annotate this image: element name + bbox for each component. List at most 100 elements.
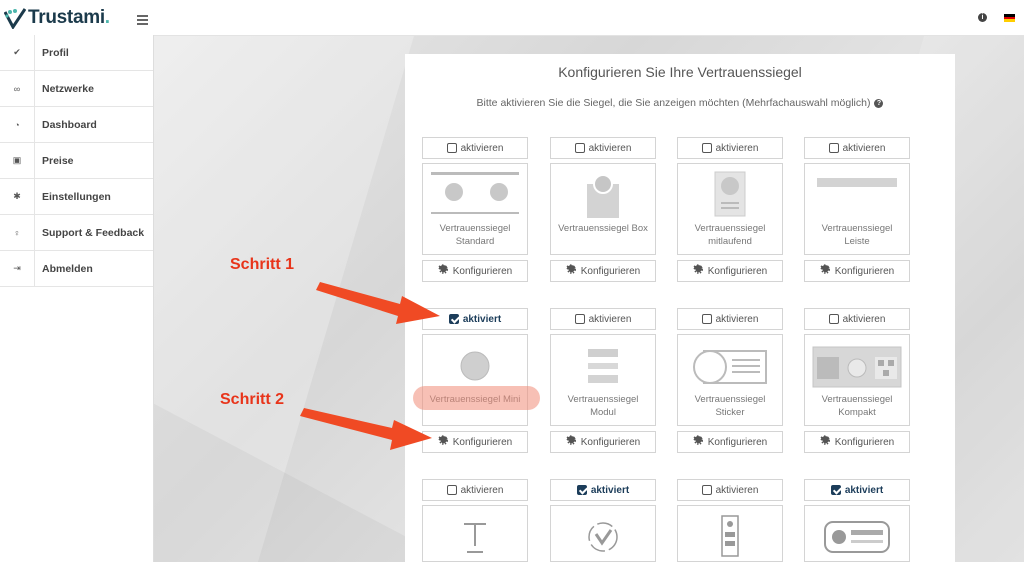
step1-label: Schritt 1 (230, 256, 295, 273)
sidebar-item-preise[interactable]: ▣ Preise (0, 143, 153, 179)
configure-button-vertrauenssiegel-sticker[interactable]: Konfigurieren (677, 431, 783, 453)
checkbox-icon (574, 143, 585, 153)
sidebar: ✔ Profil ∞ Netzwerke ◔ Dashboard ▣ Preise ✱ Einst… (0, 35, 154, 562)
sidebar-item-netzwerke[interactable]: ∞ Netzwerke (0, 71, 153, 107)
step2-label: Schritt 2 (220, 391, 285, 408)
seal-caption: Vertrauenssiegel Kompakt (821, 394, 893, 418)
lightbulb-icon: ♀ (0, 215, 35, 250)
seal-card-vertrauenssiegel-leiste[interactable]: Vertrauenssiegel Leiste (804, 163, 910, 255)
menu-toggle-icon[interactable] (137, 15, 148, 27)
seal-card-vertrauenssiegel-mitlaufend[interactable]: Vertrauenssiegel mitlaufend (677, 163, 783, 255)
checkbox-icon (830, 485, 841, 495)
activate-checkbox-text[interactable]: aktivieren (422, 479, 528, 501)
gear-icon (565, 435, 581, 449)
activate-checkbox-icon[interactable]: aktiviert (550, 479, 656, 501)
configure-button-vertrauenssiegel-modul[interactable]: Konfigurieren (550, 431, 656, 453)
gear-icon (819, 435, 835, 449)
link-icon: ∞ (0, 71, 35, 106)
seal-card-vertrauenssiegel-kompakt[interactable]: Vertrauenssiegel Kompakt (804, 334, 910, 426)
configure-label: Konfigurieren (452, 265, 513, 277)
checkbox-icon (576, 485, 587, 495)
gear-icon (692, 435, 708, 449)
checkbox-icon (701, 314, 712, 324)
checkbox-icon (828, 314, 839, 324)
seal-preview-vertrauenssiegel-modul (551, 341, 655, 391)
seal-preview-vertrauenssiegel-mini (423, 341, 527, 391)
seal-card-vertrauenssiegel-box[interactable]: Vertrauenssiegel Box (550, 163, 656, 255)
seal-preview-vertikal (678, 512, 782, 562)
top-bar: Trustami. i (0, 0, 1024, 36)
trustami-logo-icon (4, 8, 26, 29)
trustami-logo[interactable]: Trustami. (4, 6, 110, 30)
money-icon: ▣ (0, 143, 35, 178)
configure-button-vertrauenssiegel-mitlaufend[interactable]: Konfigurieren (677, 260, 783, 282)
sidebar-item-support-feedback[interactable]: ♀ Support & Feedback (0, 215, 153, 251)
activate-checkbox-vertrauenssiegel-kompakt[interactable]: aktivieren (804, 308, 910, 330)
seal-card-vertikal[interactable] (677, 505, 783, 562)
activate-label: aktivieren (842, 142, 886, 154)
activate-checkbox-vertrauenssiegel-box[interactable]: aktivieren (550, 137, 656, 159)
sidebar-item-label: Dashboard (42, 118, 97, 131)
sidebar-item-profil[interactable]: ✔ Profil (0, 35, 153, 71)
configure-button-vertrauenssiegel-leiste[interactable]: Konfigurieren (804, 260, 910, 282)
seal-preview-text (423, 512, 527, 562)
gear-icon (437, 435, 453, 449)
activate-checkbox-rating[interactable]: aktiviert (804, 479, 910, 501)
sidebar-item-einstellungen[interactable]: ✱ Einstellungen (0, 179, 153, 215)
activate-label: aktivieren (715, 142, 759, 154)
activate-label: aktivieren (588, 142, 632, 154)
german-flag-icon[interactable] (1004, 14, 1015, 22)
step2-arrow (300, 408, 432, 450)
sidebar-item-abmelden[interactable]: ⇥ Abmelden (0, 251, 153, 287)
checkbox-icon (701, 143, 712, 153)
checkmark-icon: ✔ (0, 35, 35, 70)
activate-label: aktivieren (460, 142, 504, 154)
gear-icon (565, 264, 581, 278)
seal-card-text[interactable] (422, 505, 528, 562)
signout-icon: ⇥ (0, 251, 35, 286)
sidebar-item-label: Netzwerke (42, 82, 94, 95)
activate-label: aktivieren (588, 313, 632, 325)
sidebar-item-label: Abmelden (42, 262, 93, 275)
seal-card-rating[interactable] (804, 505, 910, 562)
activate-checkbox-vertrauenssiegel-mitlaufend[interactable]: aktivieren (677, 137, 783, 159)
activate-checkbox-vertrauenssiegel-sticker[interactable]: aktivieren (677, 308, 783, 330)
step1-arrow (316, 282, 440, 324)
seal-preview-vertrauenssiegel-box (551, 170, 655, 220)
configure-button-vertrauenssiegel-kompakt[interactable]: Konfigurieren (804, 431, 910, 453)
activate-label: aktiviert (462, 313, 502, 325)
gauge-icon: ◔ (0, 107, 35, 142)
seal-card-vertrauenssiegel-modul[interactable]: Vertrauenssiegel Modul (550, 334, 656, 426)
seal-caption: Vertrauenssiegel Sticker (694, 394, 766, 418)
seal-preview-vertrauenssiegel-leiste (805, 170, 909, 220)
gear-icon (819, 264, 835, 278)
activate-checkbox-vertikal[interactable]: aktivieren (677, 479, 783, 501)
seal-preview-rating (805, 512, 909, 562)
configure-label: Konfigurieren (834, 265, 895, 277)
help-icon[interactable]: ? (874, 98, 884, 108)
seal-card-vertrauenssiegel-sticker[interactable]: Vertrauenssiegel Sticker (677, 334, 783, 426)
checkbox-icon (828, 143, 839, 153)
activate-checkbox-vertrauenssiegel-modul[interactable]: aktivieren (550, 308, 656, 330)
configure-button-vertrauenssiegel-box[interactable]: Konfigurieren (550, 260, 656, 282)
checkbox-icon (446, 143, 457, 153)
configure-label: Konfigurieren (580, 436, 641, 448)
configure-label: Konfigurieren (452, 436, 513, 448)
seal-preview-icon (551, 512, 655, 562)
sidebar-item-label: Support & Feedback (42, 226, 145, 239)
seal-caption: Vertrauenssiegel Modul (567, 394, 639, 418)
activate-label: aktiviert (844, 484, 884, 496)
info-icon[interactable]: i (978, 13, 987, 22)
seal-preview-vertrauenssiegel-kompakt (805, 341, 909, 391)
seal-card-vertrauenssiegel-standard[interactable]: Vertrauenssiegel Standard (422, 163, 528, 255)
activate-checkbox-vertrauenssiegel-leiste[interactable]: aktivieren (804, 137, 910, 159)
seal-preview-vertrauenssiegel-standard (423, 170, 527, 220)
activate-checkbox-vertrauenssiegel-standard[interactable]: aktivieren (422, 137, 528, 159)
sidebar-item-label: Profil (42, 46, 69, 59)
sidebar-item-dashboard[interactable]: ◔ Dashboard (0, 107, 153, 143)
seal-card-icon[interactable] (550, 505, 656, 562)
activate-label: aktivieren (715, 484, 759, 496)
configure-label: Konfigurieren (707, 265, 768, 277)
page-title: Konfigurieren Sie Ihre Vertrauenssiegel (558, 64, 802, 80)
checkbox-icon (448, 314, 459, 324)
